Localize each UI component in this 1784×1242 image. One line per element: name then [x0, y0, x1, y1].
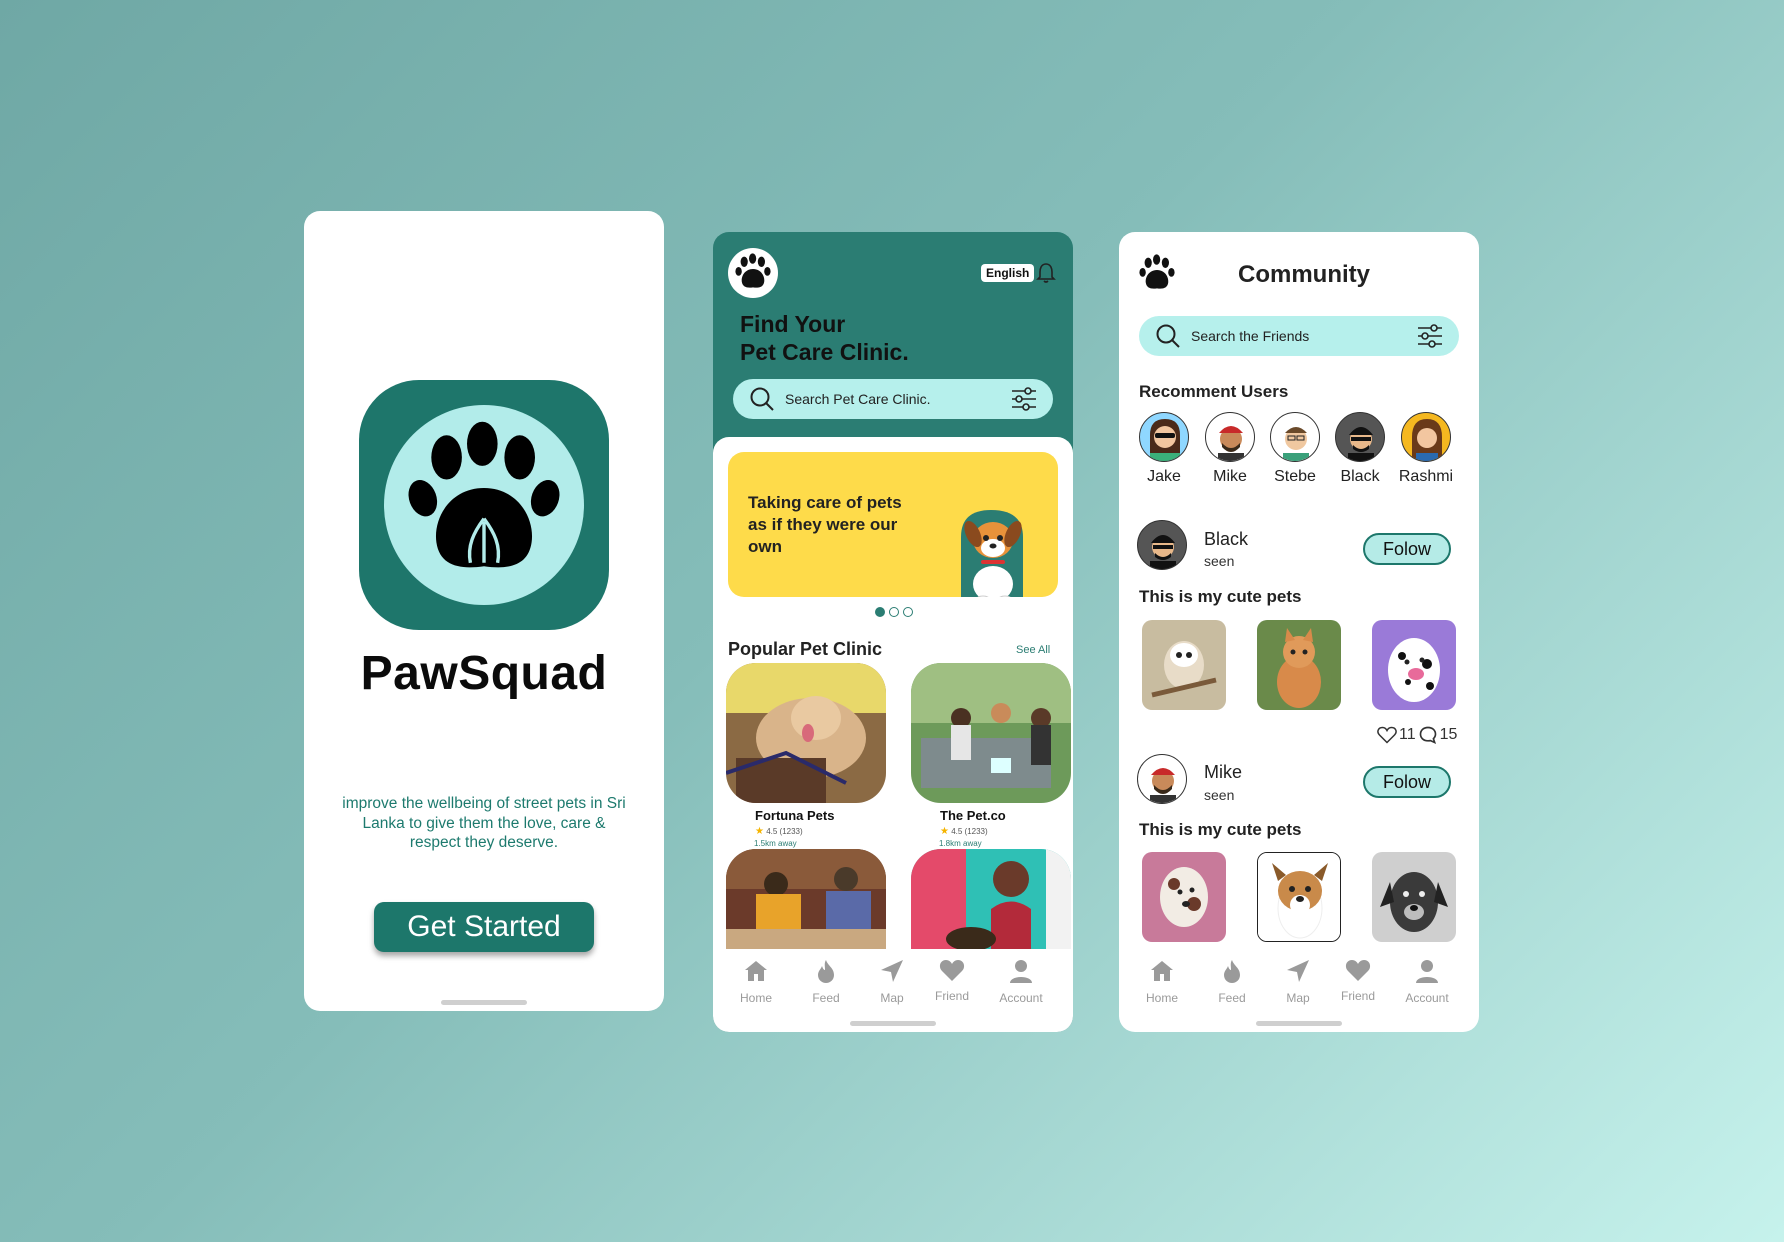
recommended-user[interactable]: Black: [1330, 412, 1390, 486]
avatar: [1270, 412, 1320, 462]
clinic-name: Fortuna Pets: [755, 808, 835, 823]
comment-icon[interactable]: [1418, 725, 1438, 745]
clinic-distance: 1.8km away: [939, 839, 982, 848]
puppy-illustration: [961, 510, 1023, 597]
clinic-card-partial[interactable]: [911, 849, 1071, 949]
filter-icon[interactable]: [1417, 324, 1443, 348]
clinic-content: Taking care of pets as if they were our …: [713, 437, 1073, 1032]
recommended-user[interactable]: Mike: [1200, 412, 1260, 486]
clinic-search-bar[interactable]: [733, 379, 1053, 419]
fire-icon: [818, 960, 834, 983]
home-indicator: [1256, 1021, 1342, 1026]
post-caption: This is my cute pets: [1139, 820, 1302, 839]
recommended-user[interactable]: Jake: [1134, 412, 1194, 486]
bottom-nav: Home Feed Map Friend Account: [713, 950, 1073, 1010]
avatar[interactable]: [1137, 754, 1187, 804]
clinic-card-partial[interactable]: [726, 849, 886, 949]
clinic-search-input[interactable]: [785, 379, 985, 419]
post-author[interactable]: Black: [1204, 529, 1248, 550]
fire-icon: [1224, 960, 1240, 983]
follow-button[interactable]: Folow: [1363, 533, 1451, 565]
nav-friend[interactable]: Friend: [922, 958, 982, 1003]
filter-icon[interactable]: [1011, 387, 1037, 411]
paw-icon: [408, 421, 560, 568]
app-name: PawSquad: [360, 647, 608, 700]
navigation-arrow-icon: [1287, 960, 1309, 982]
page-title: Community: [1238, 261, 1370, 288]
promo-banner[interactable]: Taking care of pets as if they were our …: [728, 452, 1058, 597]
post-stats: 11 15: [1377, 725, 1457, 745]
home-indicator: [850, 1021, 936, 1026]
section-title: Recomment Users: [1139, 382, 1289, 401]
clinic-screen: English Find Your Pet Care Clinic. Takin…: [713, 232, 1073, 1032]
clinic-card[interactable]: Fortuna Pets ★ 4.5 (1233) 1.5km away: [726, 663, 886, 848]
search-icon: [750, 387, 774, 411]
pet-photo[interactable]: [1142, 852, 1226, 942]
pet-photo[interactable]: [1257, 852, 1341, 942]
pet-photo[interactable]: [1257, 620, 1341, 710]
friend-search-bar[interactable]: [1139, 316, 1459, 356]
nav-home[interactable]: Home: [726, 958, 786, 1005]
avatar: [1335, 412, 1385, 462]
like-count: 11: [1399, 726, 1416, 743]
heart-icon[interactable]: [1377, 726, 1397, 744]
post-author[interactable]: Mike: [1204, 762, 1242, 783]
user-icon: [1010, 960, 1032, 983]
avatar: [1401, 412, 1451, 462]
home-icon: [1151, 961, 1173, 981]
clinic-photo: [911, 663, 1071, 803]
nav-home[interactable]: Home: [1132, 958, 1192, 1005]
avatar: [1139, 412, 1189, 462]
nav-account[interactable]: Account: [1397, 958, 1457, 1005]
tagline: improve the wellbeing of street pets in …: [342, 795, 626, 851]
banner-text: Taking care of pets as if they were our …: [748, 493, 902, 556]
bell-icon[interactable]: [1036, 262, 1056, 284]
heart-icon: [1345, 960, 1371, 981]
nav-feed[interactable]: Feed: [796, 958, 856, 1005]
search-icon: [1156, 324, 1180, 348]
navigation-arrow-icon: [881, 960, 903, 982]
bottom-nav: Home Feed Map Friend Account: [1119, 950, 1479, 1010]
pet-photo[interactable]: [1372, 852, 1456, 942]
carousel-dots[interactable]: [875, 607, 913, 617]
recommended-user[interactable]: Rashmi: [1396, 412, 1456, 486]
pet-photo[interactable]: [1372, 620, 1456, 710]
nav-map[interactable]: Map: [1268, 958, 1328, 1005]
pet-photo[interactable]: [1142, 620, 1226, 710]
avatar[interactable]: [1137, 520, 1187, 570]
page-title: Find Your Pet Care Clinic.: [740, 311, 909, 365]
clinic-photo: [726, 663, 886, 803]
follow-button[interactable]: Folow: [1363, 766, 1451, 798]
post-caption: This is my cute pets: [1139, 587, 1302, 606]
clinic-card[interactable]: The Pet.co ★ 4.5 (1233) 1.8km away: [911, 663, 1071, 848]
nav-account[interactable]: Account: [991, 958, 1051, 1005]
nav-map[interactable]: Map: [862, 958, 922, 1005]
nav-feed[interactable]: Feed: [1202, 958, 1262, 1005]
see-all-link[interactable]: See All: [1016, 644, 1050, 656]
post-status: seen: [1204, 553, 1235, 569]
clinic-rating: ★ 4.5 (1233): [940, 826, 988, 837]
nav-friend[interactable]: Friend: [1328, 958, 1388, 1003]
avatar: [1205, 412, 1255, 462]
friend-search-input[interactable]: [1191, 316, 1391, 356]
splash-screen: PawSquad improve the wellbeing of street…: [304, 211, 664, 1011]
post-status: seen: [1204, 787, 1235, 803]
clinic-distance: 1.5km away: [754, 839, 797, 848]
community-screen: Community Recomment Users Jake Mike: [1119, 232, 1479, 1032]
home-indicator: [441, 1000, 527, 1005]
heart-icon: [939, 960, 965, 981]
clinic-rating: ★ 4.5 (1233): [755, 826, 803, 837]
paw-icon: [735, 253, 771, 288]
user-icon: [1416, 960, 1438, 983]
clinic-name: The Pet.co: [940, 808, 1006, 823]
comment-count: 15: [1439, 726, 1458, 743]
section-title: Popular Pet Clinic: [728, 639, 883, 659]
language-selector[interactable]: English: [981, 264, 1035, 282]
get-started-button[interactable]: Get Started: [374, 902, 594, 952]
home-icon: [745, 961, 767, 981]
app-logo[interactable]: [728, 248, 778, 298]
recommended-user[interactable]: Stebe: [1265, 412, 1325, 486]
app-logo: [359, 380, 609, 630]
